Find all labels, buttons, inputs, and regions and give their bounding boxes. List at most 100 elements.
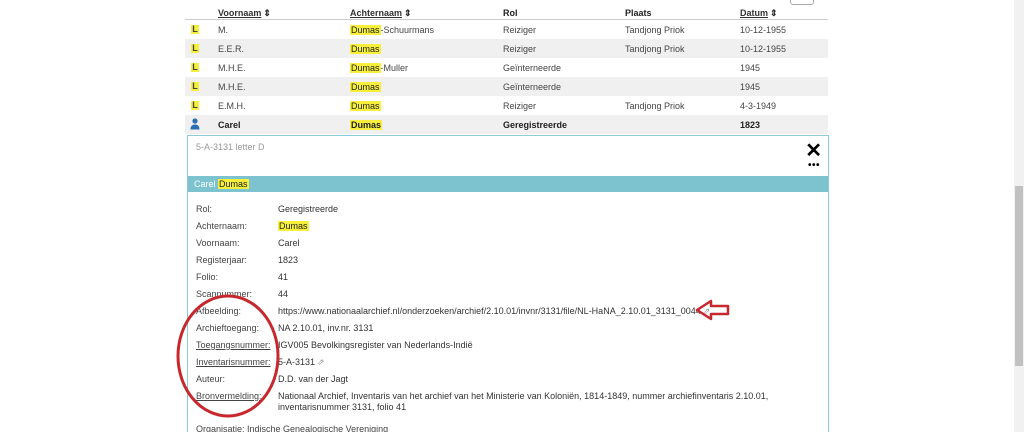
cell-datum: 10-12-1955 (740, 44, 787, 54)
cell-voornaam: M.H.E. (218, 63, 246, 73)
page-scrollbar[interactable] (1014, 0, 1024, 432)
detail-field-row: Bronvermelding: Nationaal Archief, Invent… (188, 387, 828, 421)
person-title-bar: Carel Dumas (188, 176, 828, 192)
detail-field-row: Auteur: D.D. van der Jagt (188, 370, 828, 387)
more-options-icon[interactable]: ••• (808, 160, 820, 171)
person-icon (190, 118, 200, 130)
person-first-name: Carel (194, 179, 216, 189)
record-reference: 5-A-3131 letter D (196, 142, 265, 152)
field-value: IGV005 Bevolkingsregister van Nederlands… (278, 340, 473, 350)
field-link[interactable]: https://www.nationaalarchief.nl/onderzoe… (278, 306, 701, 316)
cell-rol: Reiziger (503, 44, 537, 54)
cell-achternaam: Dumas (350, 120, 383, 130)
sort-icon[interactable]: ⇕ (404, 8, 412, 18)
record-type-icon: L (191, 24, 199, 34)
cell-achternaam: Dumas (350, 101, 381, 111)
record-type-icon: L (191, 100, 199, 110)
field-value: 44 (278, 289, 289, 299)
field-value-cell: IGV005 Bevolkingsregister van Nederlands… (278, 340, 818, 351)
header-voornaam-label[interactable]: Voornaam (218, 8, 261, 18)
detail-field-row: Inventarisnummer: 5-A-3131 ⇗ (188, 353, 828, 370)
cell-datum: 10-12-1955 (740, 25, 787, 35)
surname-highlight: Dumas (350, 63, 381, 73)
header-rol: Rol (503, 8, 518, 18)
detail-field-row: Scannummer: 44 (188, 285, 828, 302)
detail-field-row: Folio: 41 (188, 268, 828, 285)
detail-field-row: Registerjaar: 1823 (188, 251, 828, 268)
field-label: Rol: (196, 204, 213, 214)
header-achternaam-label[interactable]: Achternaam (350, 8, 402, 18)
page: Voornaam ⇕ Achternaam ⇕ Rol Plaats Datum ⇕ … (0, 0, 1024, 432)
cell-datum: 4-3-1949 (740, 101, 777, 111)
cell-datum: 1945 (740, 82, 761, 92)
field-label[interactable]: Inventarisnummer: (196, 357, 271, 367)
cell-achternaam: Dumas-Schuurmans (350, 25, 434, 35)
surname-highlight: Dumas (350, 120, 383, 130)
header-voornaam[interactable]: Voornaam ⇕ (218, 8, 271, 19)
field-value: 1823 (278, 255, 299, 265)
detail-field-row: Achternaam: Dumas (188, 217, 828, 234)
surname-highlight: Dumas (350, 82, 381, 92)
surname-highlight: Dumas (350, 44, 381, 54)
field-label: Archieftoegang: (196, 323, 260, 333)
detail-field-row: Archieftoegang: NA 2.10.01, inv.nr. 3131 (188, 319, 828, 336)
table-row[interactable]: L M.H.E. Dumas Geïnterneerde 1945 (185, 77, 828, 96)
surname-rest: -Muller (380, 63, 409, 73)
record-type-icon: L (191, 81, 199, 91)
field-value-cell: Carel (278, 238, 818, 249)
field-label[interactable]: Toegangsnummer: (196, 340, 271, 350)
table-body: L M. Dumas-Schuurmans Reiziger Tandjong Prio… (185, 20, 828, 134)
person-title: Carel Dumas (194, 179, 249, 189)
cell-voornaam: M. (218, 25, 228, 35)
cell-plaats: Tandjong Priok (625, 101, 685, 111)
header-datum[interactable]: Datum ⇕ (740, 8, 778, 19)
header-plaats: Plaats (625, 8, 652, 18)
field-value: Nationaal Archief, Inventaris van het ar… (278, 391, 769, 412)
record-type-icon: L (191, 62, 199, 72)
external-link-icon[interactable]: ⇗ (317, 357, 325, 367)
field-value: Geregistreerde (278, 204, 339, 214)
field-value-highlight: Dumas (278, 221, 309, 231)
field-value-cell: 44 (278, 289, 818, 300)
detail-field-row: Afbeelding: https://www.nationaalarchief.… (188, 302, 828, 319)
sort-icon[interactable]: ⇕ (263, 8, 271, 18)
cell-rol: Reiziger (503, 101, 537, 111)
detail-field-row: Rol: Geregistreerde (188, 200, 828, 217)
cell-voornaam: E.E.R. (218, 44, 245, 54)
header-achternaam[interactable]: Achternaam ⇕ (350, 8, 412, 19)
field-value: Carel (278, 238, 300, 248)
scrollbar-thumb[interactable] (1015, 186, 1023, 366)
table-header: Voornaam ⇕ Achternaam ⇕ Rol Plaats Datum ⇕ (185, 0, 828, 20)
table-row[interactable]: L E.E.R. Dumas Reiziger Tandjong Priok 10-12-… (185, 39, 828, 58)
cell-voornaam: Carel (218, 120, 241, 130)
field-value-cell: NA 2.10.01, inv.nr. 3131 (278, 323, 818, 334)
field-value: D.D. van der Jagt (278, 374, 349, 384)
field-label[interactable]: Bronvermelding: (196, 391, 262, 401)
field-label: Voornaam: (196, 238, 240, 248)
external-link-icon[interactable]: ⇗ (703, 306, 711, 316)
detail-field-row: Voornaam: Carel (188, 234, 828, 251)
field-value-cell: Nationaal Archief, Inventaris van het ar… (278, 391, 818, 413)
organisatie-line: Organisatie: Indische Genealogische Vere… (196, 424, 389, 432)
field-value: NA 2.10.01, inv.nr. 3131 (278, 323, 374, 333)
field-label: Registerjaar: (196, 255, 248, 265)
cell-datum: 1823 (740, 120, 761, 130)
cell-rol: Geïnterneerde (503, 82, 562, 92)
surname-rest: -Schuurmans (380, 25, 435, 35)
header-datum-label[interactable]: Datum (740, 8, 768, 18)
field-label: Afbeelding: (196, 306, 242, 316)
table-row[interactable]: L E.M.H. Dumas Reiziger Tandjong Priok 4-3-19… (185, 96, 828, 115)
table-row[interactable]: L M. Dumas-Schuurmans Reiziger Tandjong Prio… (185, 20, 828, 39)
results-table: Voornaam ⇕ Achternaam ⇕ Rol Plaats Datum ⇕ … (185, 0, 828, 134)
field-value: 41 (278, 272, 289, 282)
table-row[interactable]: L M.H.E. Dumas-Muller Geïnterneerde 1945 (185, 58, 828, 77)
cell-achternaam: Dumas (350, 82, 381, 92)
field-link[interactable]: 5-A-3131 (278, 357, 315, 367)
sort-icon[interactable]: ⇕ (770, 8, 778, 18)
cell-plaats: Tandjong Priok (625, 44, 685, 54)
field-value-cell: 5-A-3131 ⇗ (278, 357, 818, 368)
cell-voornaam: M.H.E. (218, 82, 246, 92)
cell-plaats: Tandjong Priok (625, 25, 685, 35)
table-row[interactable]: Carel Dumas Geregistreerde 1823 (185, 115, 828, 134)
field-label: Folio: (196, 272, 219, 282)
